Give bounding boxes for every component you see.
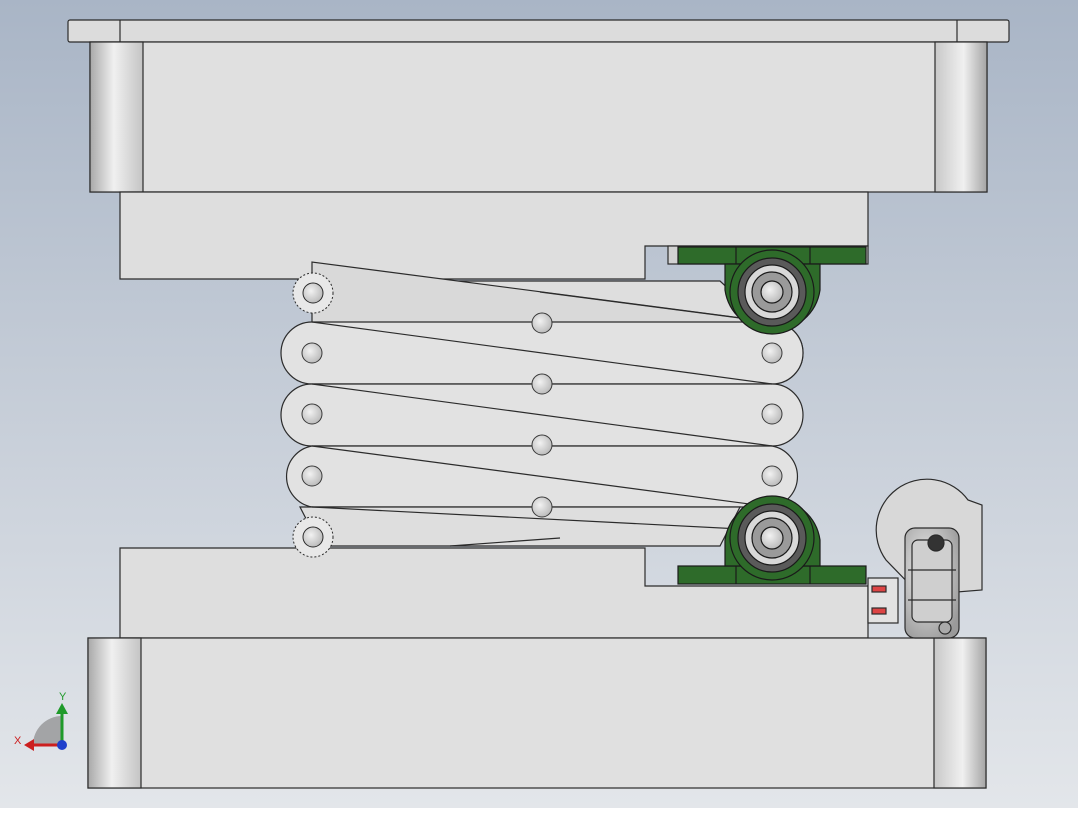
pivot-pin — [301, 403, 323, 425]
bottom-gear — [292, 516, 334, 558]
bottom-plate-left-rounded-edge — [87, 637, 142, 789]
motor-coupling — [867, 577, 899, 624]
pivot-pin — [531, 312, 553, 334]
pivot-pin — [531, 496, 553, 518]
top-plate-assembly — [67, 19, 1010, 280]
top-plate-left-rounded-edge — [89, 41, 144, 193]
top-gear — [292, 272, 334, 314]
motor-hex-bolt-icon — [927, 534, 945, 552]
top-plate — [89, 41, 988, 193]
top-bearing-shaft — [760, 280, 784, 304]
top-plate-right-rounded-edge — [934, 41, 988, 193]
triad-x-label: X — [14, 735, 22, 747]
top-flange — [67, 19, 1010, 43]
bottom-plate-right-rounded-edge — [933, 637, 987, 789]
bottom-bearing-shaft — [760, 526, 784, 550]
pivot-pin — [761, 342, 783, 364]
pivot-pin — [761, 465, 783, 487]
pivot-pin — [531, 434, 553, 456]
cad-viewport[interactable]: Y X — [0, 0, 1078, 808]
pivot-pin — [761, 403, 783, 425]
pivot-pin — [531, 373, 553, 395]
triad-y-label: Y — [59, 691, 67, 703]
pivot-pin — [301, 342, 323, 364]
pivot-pin — [301, 465, 323, 487]
scissor-link-bottom-partial — [299, 506, 741, 547]
bottom-plate — [87, 637, 987, 789]
cad-drawing: Y X — [0, 0, 1078, 808]
